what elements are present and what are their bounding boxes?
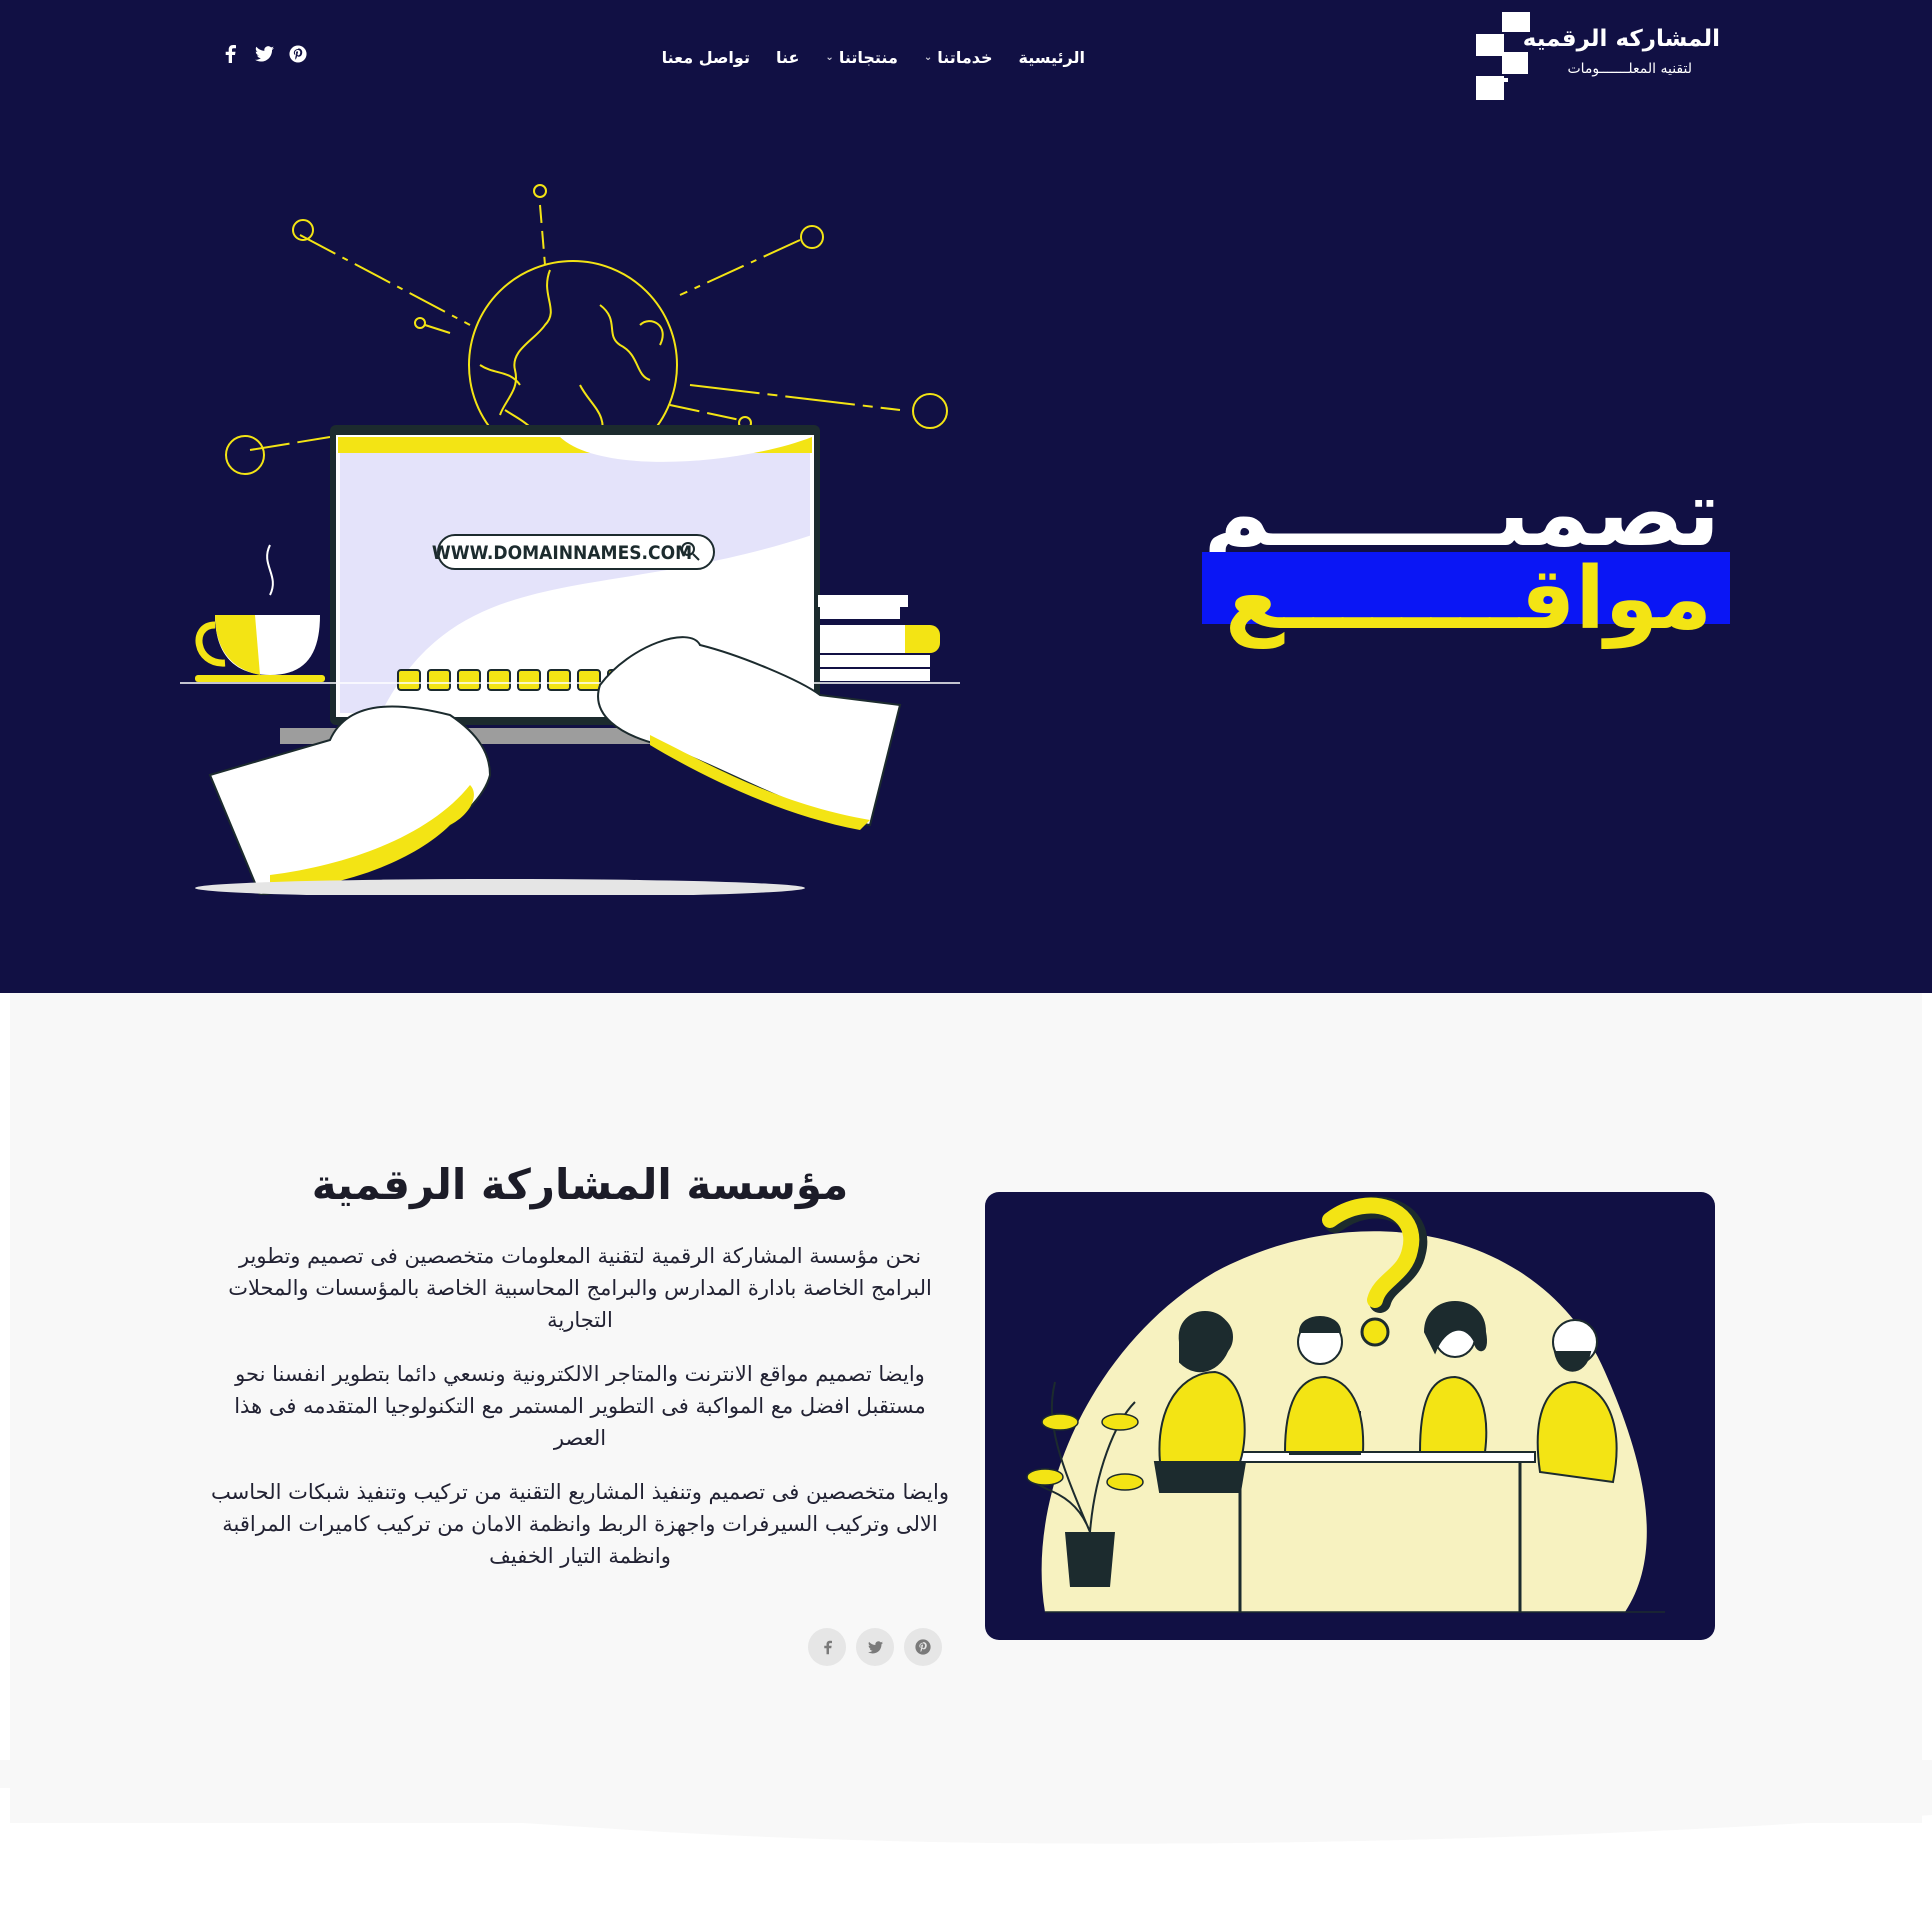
chevron-down-icon: ⌄ [923,51,933,63]
site-logo[interactable]: المشاركه الرقميه لتقنيه المعلـــــــومات [1474,12,1720,102]
section-wave-divider [0,1760,1932,1844]
facebook-icon[interactable] [808,1628,846,1666]
about-text-block: مؤسسة المشاركة الرقمية نحن مؤسسة المشارك… [210,1160,950,1594]
menu-item-label: عنا [775,47,800,67]
about-paragraph: وايضا متخصصين فى تصميم وتنفيذ المشاريع ا… [211,1480,949,1569]
menu-item-services[interactable]: خدماتنا ⌄ [924,48,993,67]
facebook-icon[interactable] [220,44,240,64]
hero-title: تصميـــــــم [1203,460,1720,567]
menu-item-label: منتجاتنا [838,47,898,67]
about-illustration-card [985,1192,1715,1640]
about-social-links [808,1628,942,1666]
menu-item-label: خدماتنا [937,47,993,67]
twitter-icon[interactable] [856,1628,894,1666]
menu-item-label: تواصل معنا [661,47,750,67]
twitter-icon[interactable] [254,44,274,64]
hero-section: المشاركه الرقميه لتقنيه المعلـــــــومات… [0,0,1932,993]
hero-illustration: WWW.DOMAINNAMES.COM [180,184,960,895]
about-paragraph: نحن مؤسسة المشاركة الرقمية لتقنية المعلو… [228,1244,932,1333]
logo-mark-icon [1476,12,1530,100]
domain-search-text: WWW.DOMAINNAMES.COM [432,542,692,564]
chevron-down-icon: ⌄ [825,51,834,63]
menu-item-products[interactable]: منتجاتنا ⌄ [825,48,897,67]
pinterest-icon[interactable] [288,44,308,64]
menu-item-label: الرئيسية [1018,47,1086,67]
menu-item-contact[interactable]: تواصل معنا [662,48,750,67]
about-paragraph: وايضا تصميم مواقع الانترنت والمتاجر الال… [234,1362,926,1451]
pinterest-icon[interactable] [904,1628,942,1666]
menu-item-about[interactable]: عنا [776,48,799,67]
hero-subtitle: مواقــــــــع [1225,549,1712,649]
main-menu: الرئيسية خدماتنا ⌄ منتجاتنا ⌄ عنا تواصل … [662,44,1085,70]
top-navbar: المشاركه الرقميه لتقنيه المعلـــــــومات… [0,0,1932,115]
team-meeting-illustration [1026,1196,1665,1613]
logo-title: المشاركه الرقميه [1522,26,1720,52]
about-title: مؤسسة المشاركة الرقمية [311,1160,849,1209]
header-social-links [220,44,308,64]
menu-item-home[interactable]: الرئيسية [1019,48,1086,67]
logo-tagline: لتقنيه المعلـــــــومات [1567,61,1692,77]
